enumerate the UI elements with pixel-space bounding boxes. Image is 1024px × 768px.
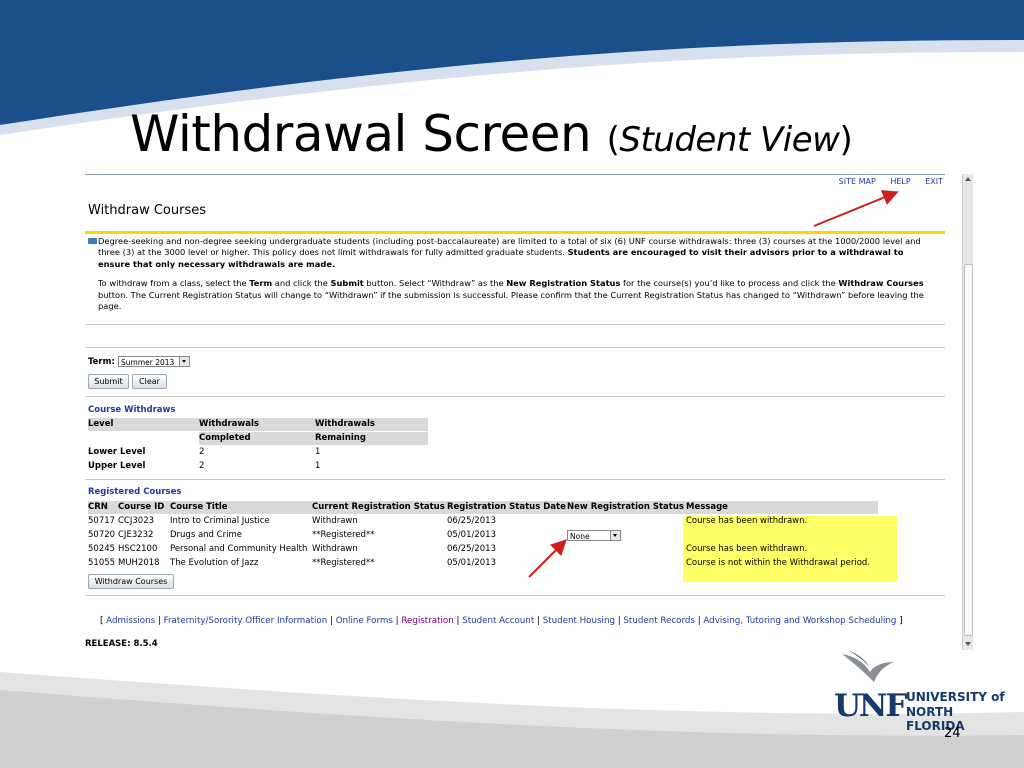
slide-number: 24 <box>944 726 961 741</box>
logo-line-1: UNIVERSITY of <box>906 690 1005 704</box>
arrow-to-status-select <box>528 539 567 578</box>
logo-mark: UNF <box>834 688 907 724</box>
osprey-bird-icon <box>842 650 894 682</box>
unf-logo: UNF UNIVERSITY of NORTH FLORIDA <box>834 648 1014 733</box>
arrow-to-help <box>813 190 899 227</box>
